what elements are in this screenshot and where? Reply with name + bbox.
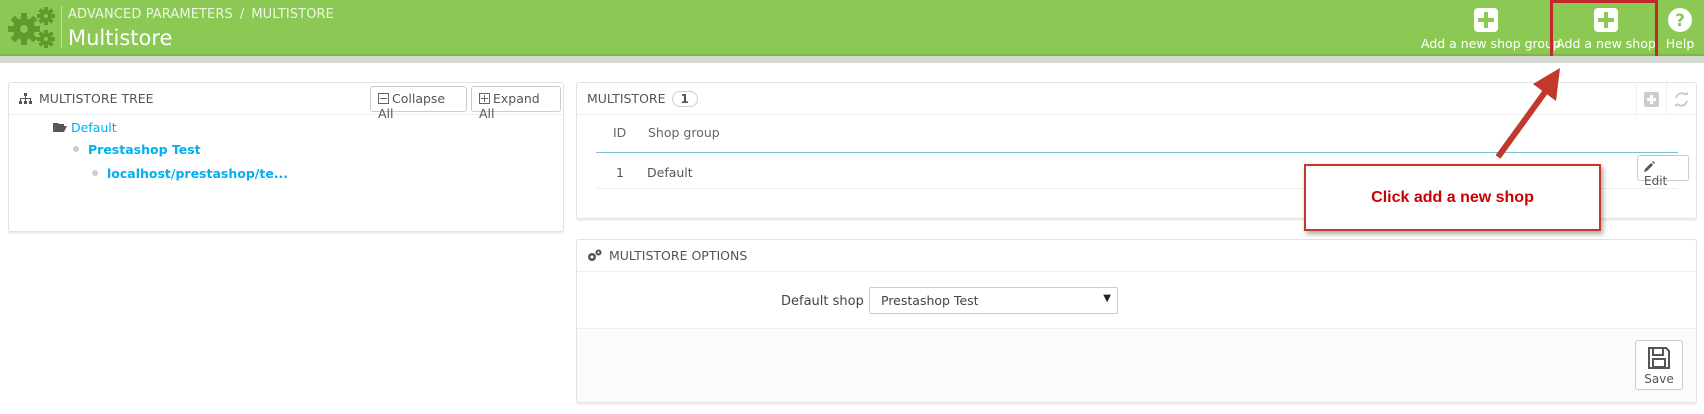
panel-tools bbox=[1636, 83, 1696, 115]
tree-bullet bbox=[92, 170, 98, 176]
cogs-icon bbox=[588, 249, 602, 261]
save-icon bbox=[1648, 347, 1670, 369]
default-shop-select[interactable]: Prestashop Test ▼ bbox=[869, 287, 1118, 314]
cell-shop-group: Default bbox=[647, 165, 693, 180]
breadcrumb-item-multistore[interactable]: MULTISTORE bbox=[251, 7, 334, 22]
plus-square-small-icon bbox=[479, 93, 490, 104]
multistore-options-panel: MULTISTORE OPTIONS Default shop Prestash… bbox=[576, 239, 1697, 403]
save-button[interactable]: Save bbox=[1635, 340, 1683, 390]
tree-item-label: localhost/prestashop/te... bbox=[107, 166, 289, 181]
save-label: Save bbox=[1644, 372, 1674, 386]
page-title: Multistore bbox=[68, 26, 173, 50]
refresh-icon[interactable] bbox=[1666, 83, 1696, 115]
edit-button[interactable]: Edit bbox=[1637, 155, 1689, 188]
header-divider bbox=[61, 6, 62, 48]
list-panel-heading: MULTISTORE 1 bbox=[577, 83, 1696, 115]
minus-square-icon bbox=[378, 93, 389, 104]
tree-item-label: Prestashop Test bbox=[88, 142, 201, 157]
options-panel-footer: Save bbox=[577, 328, 1696, 402]
cell-id: 1 bbox=[616, 165, 624, 180]
sitemap-icon bbox=[19, 93, 32, 104]
tree-panel-title: MULTISTORE TREE bbox=[38, 91, 154, 106]
breadcrumb-item-advanced-parameters[interactable]: ADVANCED PARAMETERS bbox=[68, 7, 233, 22]
count-badge: 1 bbox=[671, 91, 698, 107]
annotation-highlight-box bbox=[1550, 0, 1658, 62]
column-header-shop-group[interactable]: Shop group bbox=[648, 125, 720, 140]
edit-label: Edit bbox=[1644, 174, 1668, 188]
breadcrumb-separator: / bbox=[239, 7, 245, 22]
options-panel-title: MULTISTORE OPTIONS bbox=[608, 248, 748, 263]
add-shop-group-button[interactable]: Add a new shop group bbox=[1421, 7, 1561, 51]
add-new-icon[interactable] bbox=[1636, 83, 1666, 115]
tree-item-shop[interactable]: Prestashop Test bbox=[73, 142, 201, 157]
table-header-divider bbox=[596, 152, 1678, 153]
breadcrumb: ADVANCED PARAMETERS / MULTISTORE bbox=[68, 7, 334, 22]
help-icon: ? bbox=[1668, 8, 1692, 32]
annotation-text: Click add a new shop bbox=[1371, 188, 1534, 206]
list-panel-title: MULTISTORE bbox=[587, 91, 666, 106]
caret-down-icon: ▼ bbox=[1103, 293, 1111, 304]
gears-icon bbox=[8, 7, 55, 48]
plus-square-icon bbox=[1474, 8, 1498, 32]
help-label: Help bbox=[1665, 36, 1695, 51]
help-button[interactable]: ? Help bbox=[1662, 7, 1698, 51]
page-header: ADVANCED PARAMETERS / MULTISTORE Multistor… bbox=[0, 0, 1704, 62]
svg-text:?: ? bbox=[1675, 11, 1685, 31]
default-shop-value: Prestashop Test bbox=[881, 293, 979, 308]
folder-open-icon bbox=[53, 123, 67, 132]
default-shop-label: Default shop bbox=[781, 294, 864, 309]
header-shadow-strip bbox=[0, 56, 1704, 63]
pencil-icon bbox=[1644, 161, 1655, 172]
tree-item-label: Default bbox=[70, 120, 117, 135]
tree-item-url[interactable]: localhost/prestashop/te... bbox=[92, 166, 288, 181]
expand-all-button[interactable]: Expand All bbox=[471, 86, 561, 121]
column-header-id[interactable]: ID bbox=[613, 125, 626, 140]
tree-bullet bbox=[73, 146, 79, 152]
annotation-callout: Click add a new shop bbox=[1304, 164, 1601, 231]
add-shop-group-label: Add a new shop group bbox=[1421, 36, 1561, 51]
tree-item-shop-group[interactable]: Default bbox=[53, 120, 117, 135]
multistore-tree-panel: MULTISTORE TREE Collapse All Expand All … bbox=[8, 82, 564, 232]
collapse-all-button[interactable]: Collapse All bbox=[370, 86, 467, 121]
options-panel-heading: MULTISTORE OPTIONS bbox=[577, 240, 1696, 272]
